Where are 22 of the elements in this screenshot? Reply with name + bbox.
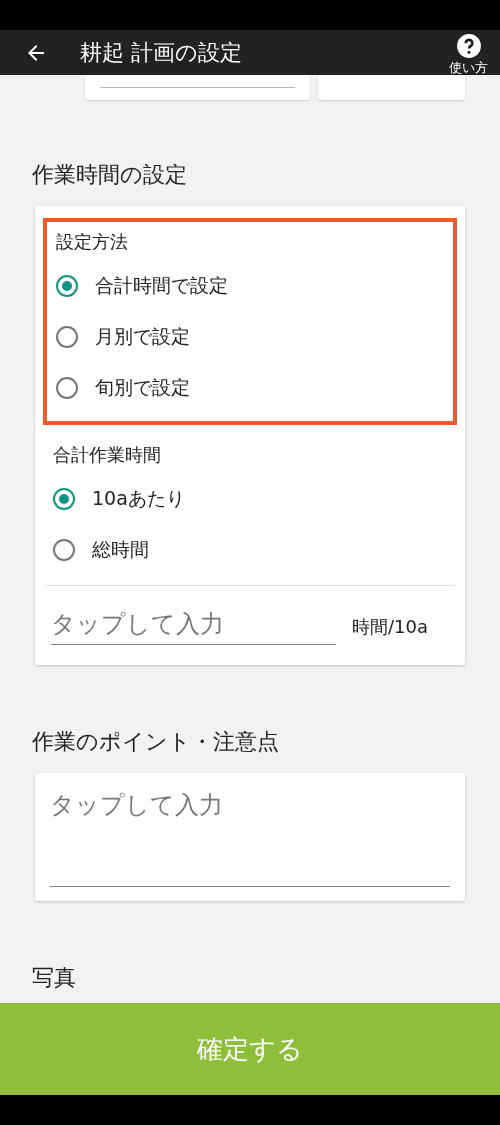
group-label: 合計作業時間 [53, 443, 162, 467]
option-label: 月別で設定 [95, 323, 190, 349]
radio-button[interactable] [56, 325, 78, 348]
section-title: 作業時間の設定 [32, 161, 188, 189]
section-title: 写真 [32, 964, 77, 992]
option-label: 総時間 [92, 536, 149, 562]
option-label: 10aあたり [92, 485, 185, 511]
group-label: 設定方法 [56, 230, 129, 254]
screen-title: 耕起 計画の設定 [80, 38, 243, 67]
radio-button[interactable] [53, 487, 75, 510]
option-label: 合計時間で設定 [95, 272, 228, 298]
input-field[interactable] [85, 75, 310, 100]
radio-button[interactable] [53, 538, 75, 561]
help-button[interactable]: 使い方 [449, 32, 488, 77]
input-field[interactable]: タップして入力 [50, 789, 450, 887]
dropdown-field[interactable] [318, 75, 465, 100]
section-title: 作業のポイント・注意点 [32, 728, 280, 756]
option-label: 旬別で設定 [95, 374, 190, 400]
radio-button[interactable] [56, 274, 78, 297]
radio-button[interactable] [56, 376, 78, 399]
input-field[interactable]: タップして入力 [51, 608, 336, 645]
unit-label: 時間/10a [352, 614, 428, 639]
